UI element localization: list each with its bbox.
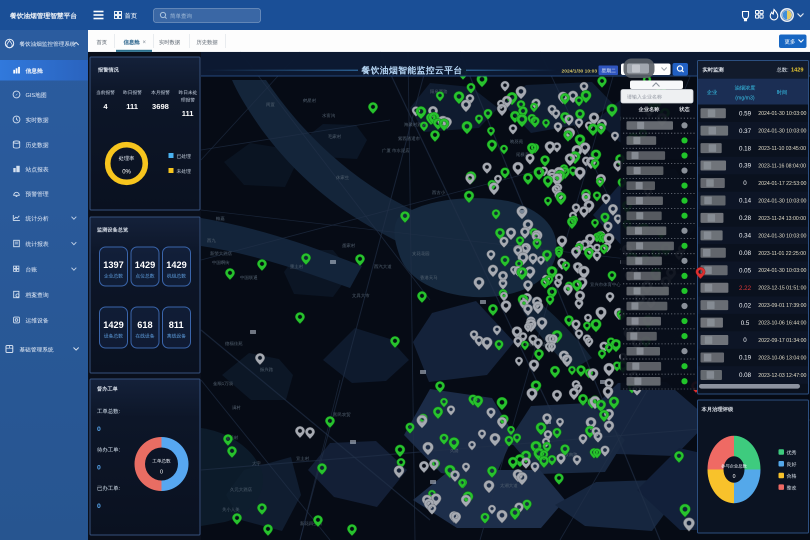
svg-text:0.39: 0.39 (739, 163, 752, 170)
svg-text:2.22: 2.22 (739, 285, 752, 292)
svg-text:2024-01-30 10:03:00: 2024-01-30 10:03:00 (758, 233, 806, 239)
svg-text:811: 811 (169, 320, 184, 330)
svg-text::: : (119, 448, 121, 454)
svg-text:0: 0 (160, 470, 163, 476)
svg-text:0.02: 0.02 (739, 302, 752, 309)
svg-text:2024-01-30 10:03:00: 2024-01-30 10:03:00 (758, 111, 806, 117)
svg-text:2023-10-06 13:04:00: 2023-10-06 13:04:00 (758, 356, 806, 362)
svg-text:0.18: 0.18 (739, 145, 752, 152)
svg-text:0.34: 0.34 (739, 233, 752, 240)
svg-text:111: 111 (182, 109, 195, 118)
svg-text:0.08: 0.08 (739, 372, 752, 379)
svg-text:GIS: GIS (26, 93, 36, 99)
svg-text:3698: 3698 (152, 102, 169, 111)
svg-text:(mg/m3): (mg/m3) (735, 96, 755, 102)
svg-text:2024-01-30 10:03:00: 2024-01-30 10:03:00 (758, 129, 806, 135)
svg-text:111: 111 (126, 102, 139, 111)
svg-text:0: 0 (743, 337, 747, 344)
svg-text:0%: 0% (122, 170, 131, 176)
svg-text:2024/1/30 10:03: 2024/1/30 10:03 (562, 68, 598, 74)
svg-text:2024-01-30 10:03:00: 2024-01-30 10:03:00 (758, 268, 806, 274)
svg-text:0.05: 0.05 (739, 267, 752, 274)
svg-text:2023-10-06 16:44:00: 2023-10-06 16:44:00 (758, 321, 806, 327)
svg-text:1429: 1429 (166, 260, 186, 270)
svg-text::: : (119, 409, 121, 415)
svg-text:2023-11-01 22:25:00: 2023-11-01 22:25:00 (758, 251, 806, 257)
svg-text::: : (119, 486, 121, 492)
svg-text:×: × (143, 40, 147, 46)
svg-text:2023-11-10 03:45:00: 2023-11-10 03:45:00 (758, 146, 806, 152)
svg-text:0: 0 (733, 474, 736, 480)
svg-text:0: 0 (97, 465, 101, 472)
svg-text:0.37: 0.37 (739, 128, 752, 135)
svg-text:2023-12-15 01:51:00: 2023-12-15 01:51:00 (758, 286, 806, 292)
svg-text:0: 0 (97, 503, 101, 510)
svg-text:2024-01-30 10:03:00: 2024-01-30 10:03:00 (758, 198, 806, 204)
svg-text:2022-09-17 01:34:00: 2022-09-17 01:34:00 (758, 338, 806, 344)
svg-text:2023-12-03 12:47:00: 2023-12-03 12:47:00 (758, 373, 806, 379)
svg-text:0.59: 0.59 (739, 110, 752, 117)
svg-text:0: 0 (743, 180, 747, 187)
svg-text:2023-11-24 13:00:00: 2023-11-24 13:00:00 (758, 216, 806, 222)
svg-text:0.08: 0.08 (739, 250, 752, 257)
svg-text:2023-09-01 17:39:00: 2023-09-01 17:39:00 (758, 303, 806, 309)
svg-text:618: 618 (137, 320, 152, 330)
svg-text:1397: 1397 (103, 260, 123, 270)
svg-text:0.19: 0.19 (739, 355, 752, 362)
svg-text::: : (787, 68, 788, 74)
svg-text:1429: 1429 (103, 320, 123, 330)
svg-text:2024-01-17 22:53:00: 2024-01-17 22:53:00 (758, 181, 806, 187)
svg-text:0.5: 0.5 (741, 320, 750, 327)
svg-text:0: 0 (97, 426, 101, 433)
svg-text:2023-11-16 08:04:00: 2023-11-16 08:04:00 (758, 164, 806, 170)
svg-text:1429: 1429 (791, 68, 803, 74)
svg-text:1429: 1429 (135, 260, 155, 270)
svg-text:0.28: 0.28 (739, 215, 752, 222)
svg-text:0.14: 0.14 (739, 198, 752, 205)
